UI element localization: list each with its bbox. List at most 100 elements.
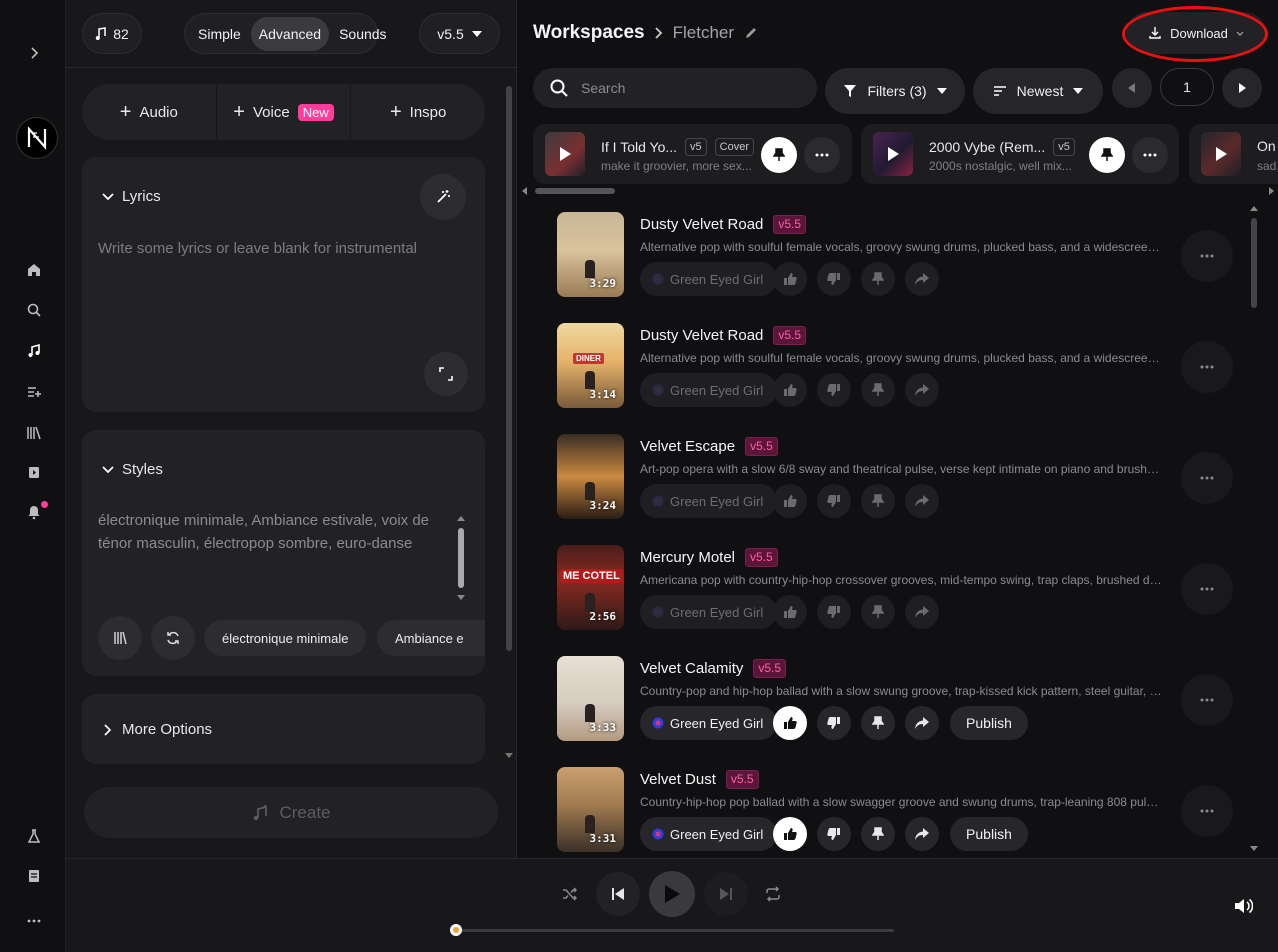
artist-chip[interactable]: Green Eyed Girl: [640, 484, 778, 518]
pinned-more-button[interactable]: [804, 137, 840, 173]
song-row[interactable]: DINER 3:14 Dusty Velvet Road v5.5 Altern…: [557, 323, 1237, 423]
song-thumbnail[interactable]: 3:31: [557, 767, 624, 852]
labs-flask-icon[interactable]: [24, 826, 44, 846]
pin-button[interactable]: [861, 706, 895, 740]
song-list-scrollbar[interactable]: [1249, 204, 1259, 854]
song-more-button[interactable]: [1181, 341, 1233, 393]
more-menu-icon[interactable]: [24, 911, 44, 931]
dislike-button[interactable]: [817, 262, 851, 296]
song-row[interactable]: 3:31 Velvet Dust v5.5 Country-hip-hop po…: [557, 767, 1237, 858]
like-button[interactable]: [773, 484, 807, 518]
repeat-icon[interactable]: [764, 885, 784, 905]
share-button[interactable]: [905, 595, 939, 629]
filters-button[interactable]: Filters (3): [825, 68, 965, 114]
song-more-button[interactable]: [1181, 674, 1233, 726]
prev-page-button[interactable]: [1112, 68, 1152, 108]
edit-pencil-icon[interactable]: [744, 26, 758, 40]
create-button[interactable]: Create: [84, 787, 498, 838]
progress-bar[interactable]: [450, 923, 894, 937]
play-button[interactable]: [649, 871, 695, 917]
studio-icon[interactable]: [24, 462, 44, 482]
volume-icon[interactable]: [1233, 896, 1253, 916]
add-audio-button[interactable]: + Audio: [82, 84, 217, 140]
add-inspo-button[interactable]: + Inspo: [351, 84, 485, 140]
pinned-more-button[interactable]: [1132, 137, 1168, 173]
style-chip[interactable]: électronique minimale: [204, 620, 367, 656]
profile-avatar[interactable]: [16, 117, 58, 159]
song-thumbnail[interactable]: 3:24: [557, 434, 624, 519]
song-thumbnail[interactable]: ME COTEL 2:56: [557, 545, 624, 630]
previous-track-button[interactable]: [596, 872, 640, 916]
song-thumbnail[interactable]: 3:29: [557, 212, 624, 297]
next-track-button[interactable]: [704, 872, 748, 916]
credits-counter[interactable]: 82: [82, 13, 142, 54]
sort-dropdown[interactable]: Newest: [973, 68, 1103, 114]
pin-button[interactable]: [861, 373, 895, 407]
song-title[interactable]: Velvet Escape: [640, 438, 735, 455]
styles-input[interactable]: électronique minimale, Ambiance estivale…: [98, 509, 443, 555]
dislike-button[interactable]: [817, 706, 851, 740]
song-thumbnail[interactable]: DINER 3:14: [557, 323, 624, 408]
song-more-button[interactable]: [1181, 230, 1233, 282]
search-input[interactable]: Search: [533, 68, 817, 108]
song-thumbnail[interactable]: 3:33: [557, 656, 624, 741]
expand-lyrics-button[interactable]: [424, 352, 468, 396]
song-more-button[interactable]: [1181, 785, 1233, 837]
like-button[interactable]: [773, 262, 807, 296]
dislike-button[interactable]: [817, 817, 851, 851]
pin-button[interactable]: [861, 817, 895, 851]
unpin-button[interactable]: [761, 137, 797, 173]
like-button[interactable]: [773, 373, 807, 407]
song-more-button[interactable]: [1181, 452, 1233, 504]
song-title[interactable]: Velvet Calamity: [640, 660, 743, 677]
dislike-button[interactable]: [817, 484, 851, 518]
library-icon[interactable]: [24, 423, 44, 443]
dislike-button[interactable]: [817, 595, 851, 629]
dislike-button[interactable]: [817, 373, 851, 407]
song-row[interactable]: 3:29 Dusty Velvet Road v5.5 Alternative …: [557, 212, 1237, 312]
lyrics-header[interactable]: Lyrics: [102, 188, 161, 205]
publish-button[interactable]: Publish: [950, 706, 1028, 740]
song-row[interactable]: 3:24 Velvet Escape v5.5 Art-pop opera wi…: [557, 434, 1237, 534]
panel-scrollbar[interactable]: [504, 80, 514, 765]
like-button[interactable]: [773, 595, 807, 629]
pin-button[interactable]: [861, 484, 895, 518]
artist-chip[interactable]: Green Eyed Girl: [640, 262, 778, 296]
share-button[interactable]: [905, 817, 939, 851]
create-music-icon[interactable]: [24, 341, 44, 361]
progress-knob[interactable]: [450, 924, 462, 936]
expand-chevron-icon[interactable]: [24, 43, 44, 63]
more-options-card[interactable]: More Options: [82, 694, 485, 764]
song-more-button[interactable]: [1181, 563, 1233, 615]
page-number-input[interactable]: 1: [1160, 68, 1214, 106]
notes-icon[interactable]: [24, 866, 44, 886]
like-button[interactable]: [773, 706, 807, 740]
mode-simple[interactable]: Simple: [188, 26, 251, 42]
search-icon[interactable]: [24, 300, 44, 320]
artist-chip[interactable]: Green Eyed Girl: [640, 373, 778, 407]
share-button[interactable]: [905, 484, 939, 518]
style-library-button[interactable]: [98, 616, 142, 660]
artist-chip[interactable]: Green Eyed Girl: [640, 595, 778, 629]
add-voice-button[interactable]: + Voice New: [217, 84, 352, 140]
pin-button[interactable]: [861, 262, 895, 296]
unpin-button[interactable]: [1089, 137, 1125, 173]
shuffle-styles-button[interactable]: [151, 616, 195, 660]
song-title[interactable]: Dusty Velvet Road: [640, 216, 763, 233]
pinned-clip-card[interactable]: If I Told Yo... v5 Cover make it groovie…: [533, 124, 852, 184]
version-dropdown[interactable]: v5.5: [419, 13, 500, 54]
style-chip[interactable]: Ambiance e: [377, 620, 485, 656]
pinned-clip-card[interactable]: On sad,: [1189, 124, 1278, 184]
pinned-clip-card[interactable]: 2000 Vybe (Rem... v5 2000s nostalgic, we…: [861, 124, 1179, 184]
lyrics-input[interactable]: Write some lyrics or leave blank for ins…: [98, 237, 468, 260]
pin-button[interactable]: [861, 595, 895, 629]
mode-advanced[interactable]: Advanced: [250, 16, 330, 51]
pinned-scrollbar[interactable]: [521, 186, 1275, 196]
playlist-add-icon[interactable]: [24, 381, 44, 401]
share-button[interactable]: [905, 262, 939, 296]
shuffle-icon[interactable]: [561, 885, 581, 905]
song-title[interactable]: Mercury Motel: [640, 549, 735, 566]
share-button[interactable]: [905, 706, 939, 740]
magic-wand-button[interactable]: [420, 174, 466, 220]
publish-button[interactable]: Publish: [950, 817, 1028, 851]
